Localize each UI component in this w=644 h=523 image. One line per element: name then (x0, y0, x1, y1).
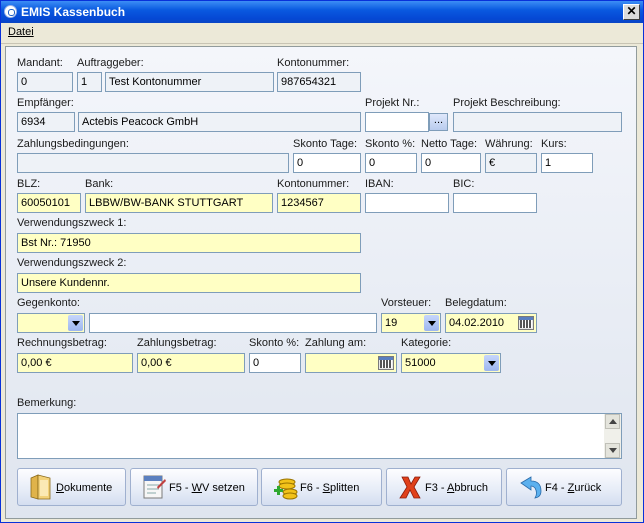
label-auftraggeber: Auftraggeber: (77, 57, 144, 69)
projekt-lookup-button[interactable]: ... (429, 113, 448, 131)
blz-field[interactable]: 60050101 (17, 193, 81, 213)
label-bank: Bank: (85, 178, 114, 190)
skonto-pct-2-field[interactable]: 0 (249, 353, 301, 373)
auftraggeber-kontonummer-field[interactable]: 987654321 (277, 72, 361, 92)
label-bemerkung: Bemerkung: (17, 397, 77, 409)
verwendungszweck-1-field[interactable]: Bst Nr.: 71950 (17, 233, 361, 253)
skonto-tage-field[interactable]: 0 (293, 153, 361, 173)
label-zahlung-am: Zahlung am: (305, 337, 367, 349)
app-icon (4, 5, 17, 18)
iban-field[interactable] (365, 193, 449, 213)
window-title: EMIS Kassenbuch (21, 5, 126, 19)
cancel-x-icon (399, 476, 421, 499)
label-bic: BIC: (453, 178, 475, 190)
zahlungsbetrag-field[interactable]: 0,00 € (137, 353, 245, 373)
splitten-label: F6 - Splitten (300, 482, 360, 494)
label-zahlungsbetrag: Zahlungsbetrag: (137, 337, 217, 349)
kategorie-value: 51000 (405, 357, 436, 369)
chevron-down-icon[interactable] (68, 315, 83, 331)
folder-icon (30, 474, 51, 500)
auftraggeber-nr-field[interactable]: 1 (77, 72, 102, 92)
label-gegenkonto: Gegenkonto: (17, 297, 80, 309)
empfaenger-nr-field[interactable]: 6934 (17, 112, 75, 132)
label-skonto-tage: Skonto Tage: (293, 138, 358, 150)
label-belegdatum: Belegdatum: (445, 297, 507, 309)
wv-setzen-label: F5 - WV setzen (169, 482, 245, 494)
calendar-icon[interactable] (378, 356, 394, 370)
label-kurs: Kurs: (541, 138, 567, 150)
label-iban: IBAN: (365, 178, 394, 190)
bemerkung-textarea[interactable] (17, 413, 622, 459)
title-bar: EMIS Kassenbuch ✕ (1, 1, 643, 23)
projekt-nr-field[interactable] (365, 112, 429, 132)
label-skonto-pct-2: Skonto %: (249, 337, 300, 349)
form-panel: Mandant: Auftraggeber: Kontonummer: 0 1 … (5, 46, 637, 519)
abbruch-label: F3 - Abbruch (425, 482, 488, 494)
label-empfaenger: Empfänger: (17, 97, 74, 109)
gegenkonto-select[interactable] (17, 313, 85, 333)
auftraggeber-name-field[interactable]: Test Kontonummer (105, 72, 274, 92)
label-kategorie: Kategorie: (401, 337, 452, 349)
belegdatum-field[interactable]: 04.02.2010 (445, 313, 537, 333)
bank-field[interactable]: LBBW/BW-BANK STUTTGART (85, 193, 273, 213)
kurs-field[interactable]: 1 (541, 153, 593, 173)
dokumente-label: Dokumente (56, 482, 113, 494)
menu-datei-label: Datei (8, 26, 34, 38)
label-mandant: Mandant: (17, 57, 63, 69)
abbruch-button[interactable]: F3 - Abbruch (386, 468, 502, 506)
waehrung-field[interactable]: € (485, 153, 537, 173)
mandant-field[interactable]: 0 (17, 72, 73, 92)
calendar-note-icon (143, 475, 166, 499)
label-skonto-pct: Skonto %: (365, 138, 416, 150)
kassenbuch-window: EMIS Kassenbuch ✕ Datei Mandant: Auftrag… (0, 0, 644, 523)
gegenkonto-name-field[interactable] (89, 313, 377, 333)
projekt-beschreibung-field[interactable] (453, 112, 622, 132)
zurueck-button[interactable]: F4 - Zurück (506, 468, 622, 506)
skonto-pct-field[interactable]: 0 (365, 153, 417, 173)
label-bank-kontonummer: Kontonummer: (277, 178, 350, 190)
label-zahlungsbedingungen: Zahlungsbedingungen: (17, 138, 129, 150)
label-vorsteuer: Vorsteuer: (381, 297, 432, 309)
bank-kontonummer-field[interactable]: 1234567 (277, 193, 361, 213)
bemerkung-scrollbar[interactable] (604, 414, 621, 458)
label-kontonummer: Kontonummer: (277, 57, 350, 69)
back-arrow-icon (520, 476, 542, 499)
verwendungszweck-2-field[interactable]: Unsere Kundennr. (17, 273, 361, 293)
rechnungsbetrag-field[interactable]: 0,00 € (17, 353, 133, 373)
scroll-up-icon[interactable] (605, 414, 620, 429)
label-waehrung: Währung: (485, 138, 533, 150)
label-verwendungszweck-1: Verwendungszweck 1: (17, 217, 127, 229)
label-blz: BLZ: (17, 178, 41, 190)
menu-bar: Datei (1, 23, 643, 44)
bic-field[interactable] (453, 193, 537, 213)
dokumente-button[interactable]: Dokumente (17, 468, 126, 506)
zurueck-label: F4 - Zurück (545, 482, 602, 494)
kategorie-select[interactable]: 51000 (401, 353, 501, 373)
coins-icon (274, 478, 298, 500)
wv-setzen-button[interactable]: F5 - WV setzen (130, 468, 258, 506)
label-projekt-nr: Projekt Nr.: (365, 97, 420, 109)
label-verwendungszweck-2: Verwendungszweck 2: (17, 257, 127, 269)
splitten-button[interactable]: F6 - Splitten (261, 468, 382, 506)
zahlung-am-field[interactable] (305, 353, 397, 373)
chevron-down-icon[interactable] (424, 315, 439, 331)
chevron-down-icon[interactable] (484, 355, 499, 371)
zahlungsbedingungen-field[interactable] (17, 153, 289, 173)
menu-datei[interactable]: Datei (8, 26, 34, 38)
label-rechnungsbetrag: Rechnungsbetrag: (17, 337, 107, 349)
label-netto-tage: Netto Tage: (421, 138, 478, 150)
netto-tage-field[interactable]: 0 (421, 153, 481, 173)
empfaenger-name-field[interactable]: Actebis Peacock GmbH (78, 112, 361, 132)
calendar-icon[interactable] (518, 316, 534, 330)
belegdatum-value: 04.02.2010 (449, 317, 505, 329)
scroll-down-icon[interactable] (605, 443, 620, 458)
vorsteuer-value: 19 (385, 317, 398, 329)
label-projekt-beschreibung: Projekt Beschreibung: (453, 97, 561, 109)
vorsteuer-select[interactable]: 19 (381, 313, 441, 333)
close-button[interactable]: ✕ (623, 4, 640, 20)
